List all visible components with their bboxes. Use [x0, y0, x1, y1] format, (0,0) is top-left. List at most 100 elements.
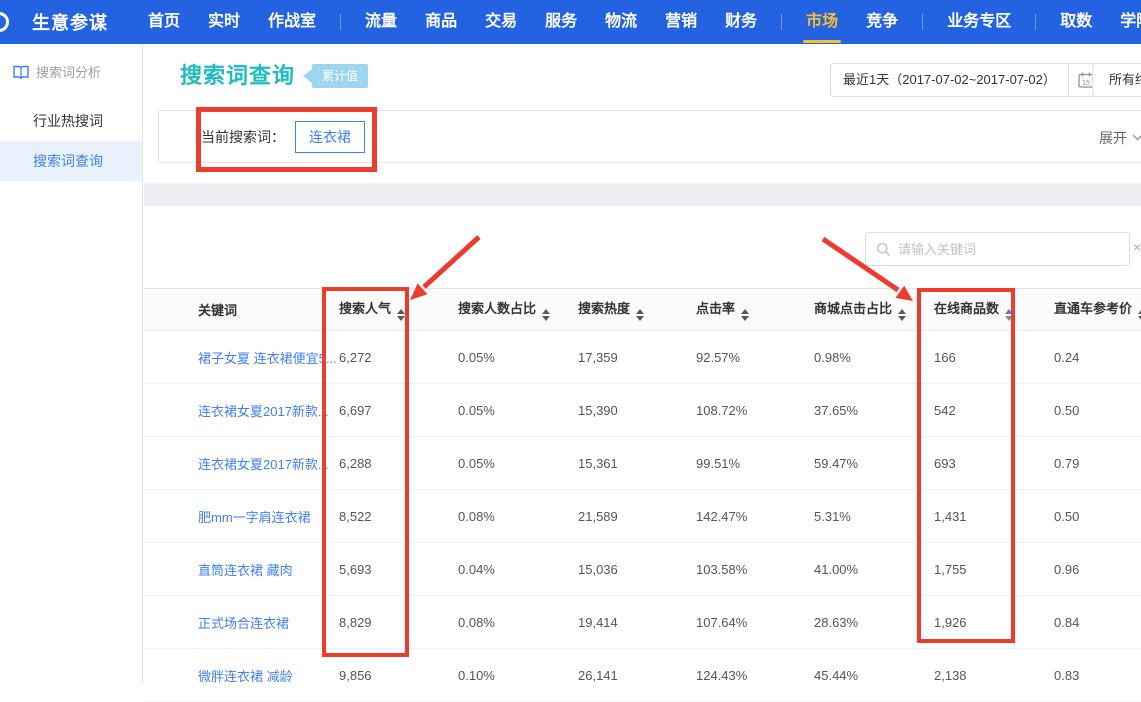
cell: 0.83	[1054, 649, 1141, 702]
column-header-1[interactable]: 搜索人气	[339, 289, 458, 331]
keyword-cell: 裙子女夏 连衣裙便宜5...	[144, 331, 339, 384]
column-header-6[interactable]: 在线商品数	[934, 289, 1054, 331]
brand-name[interactable]: 生意参谋	[32, 9, 108, 35]
cell: 6,697	[339, 384, 458, 437]
nav-item-1[interactable]: 实时	[194, 0, 254, 44]
badge-arrow-icon	[303, 69, 312, 83]
cell: 0.10%	[458, 649, 578, 702]
column-header-4[interactable]: 点击率	[696, 289, 814, 331]
nav-item-2[interactable]: 作战室	[254, 0, 330, 44]
sidebar: 搜索词分析 行业热搜词搜索词查询	[0, 44, 143, 684]
nav-item-17[interactable]: 取数	[1046, 0, 1106, 44]
keywords-table: 关键词 搜索人气 搜索人数占比 搜索热度 点击率商城点击占比 在线商品数直通车参考价 裙子…	[144, 288, 1141, 702]
current-search-card: 当前搜索词： 连衣裙 展开	[158, 110, 1141, 163]
sort-icon[interactable]	[397, 309, 405, 321]
cell: 59.47%	[814, 437, 934, 490]
nav-item-8[interactable]: 物流	[591, 0, 651, 44]
sort-icon[interactable]	[741, 309, 749, 321]
clear-icon[interactable]: ×	[1133, 239, 1141, 255]
top-nav: 生意参谋 首页实时作战室流量商品交易服务物流营销财务市场竞争业务专区取数学院 ✉	[0, 0, 1141, 44]
cell: 8,829	[339, 596, 458, 649]
sidebar-section-title: 搜索词分析	[36, 62, 101, 81]
cell: 108.72%	[696, 384, 814, 437]
terminal-filter-button[interactable]: 所有终端	[1092, 63, 1141, 97]
keyword-link[interactable]: 直筒连衣裙 藏肉	[198, 563, 293, 578]
nav-item-15[interactable]: 业务专区	[933, 0, 1025, 44]
nav-item-10[interactable]: 财务	[711, 0, 771, 44]
nav-item-6[interactable]: 交易	[471, 0, 531, 44]
expand-label: 展开	[1099, 128, 1127, 148]
keyword-cell: 肥mm一字肩连衣裙	[144, 490, 339, 543]
column-label: 搜索热度	[578, 301, 630, 316]
cell: 45.44%	[814, 649, 934, 702]
cell: 0.50	[1054, 490, 1141, 543]
keyword-link[interactable]: 微胖连衣裙 减龄	[198, 669, 293, 684]
cell: 0.08%	[458, 596, 578, 649]
sort-icon[interactable]	[542, 309, 550, 321]
nav-divider	[781, 14, 782, 30]
keyword-cell: 连衣裙女夏2017新款...	[144, 384, 339, 437]
current-search-label: 当前搜索词：	[201, 127, 285, 147]
cell: 0.98%	[814, 331, 934, 384]
column-label: 商城点击占比	[814, 301, 892, 316]
keyword-link[interactable]: 裙子女夏 连衣裙便宜5...	[198, 351, 337, 366]
nav-item-7[interactable]: 服务	[531, 0, 591, 44]
sort-icon[interactable]	[1005, 309, 1013, 321]
nav-item-9[interactable]: 营销	[651, 0, 711, 44]
cell: 1,431	[934, 490, 1054, 543]
keyword-link[interactable]: 连衣裙女夏2017新款...	[198, 457, 329, 472]
column-header-3[interactable]: 搜索热度	[578, 289, 696, 331]
nav-item-0[interactable]: 首页	[134, 0, 194, 44]
cell: 0.05%	[458, 384, 578, 437]
column-label: 关键词	[198, 303, 237, 318]
cell: 6,288	[339, 437, 458, 490]
table-row: 裙子女夏 连衣裙便宜5...6,2720.05%17,35992.57%0.98…	[144, 331, 1141, 384]
current-search-term-tag[interactable]: 连衣裙	[295, 121, 365, 153]
svg-text:15: 15	[1082, 80, 1090, 87]
column-label: 搜索人数占比	[458, 301, 536, 316]
cell: 8,522	[339, 490, 458, 543]
sort-icon[interactable]	[898, 309, 906, 321]
nav-item-12[interactable]: 市场	[792, 0, 852, 44]
cell: 542	[934, 384, 1054, 437]
cell: 5,693	[339, 543, 458, 596]
cell: 0.96	[1054, 543, 1141, 596]
column-header-2[interactable]: 搜索人数占比	[458, 289, 578, 331]
keyword-cell: 微胖连衣裙 减龄	[144, 649, 339, 702]
nav-item-4[interactable]: 流量	[351, 0, 411, 44]
cell: 37.65%	[814, 384, 934, 437]
keyword-link[interactable]: 正式场合连衣裙	[198, 616, 289, 631]
sidebar-item-1[interactable]: 搜索词查询	[0, 141, 142, 181]
keyword-cell: 正式场合连衣裙	[144, 596, 339, 649]
cell: 166	[934, 331, 1054, 384]
table-row: 微胖连衣裙 减龄9,8560.10%26,141124.43%45.44%2,1…	[144, 649, 1141, 702]
nav-item-18[interactable]: 学院	[1106, 0, 1141, 44]
column-header-5[interactable]: 商城点击占比	[814, 289, 934, 331]
nav-divider	[922, 14, 923, 30]
keyword-link[interactable]: 肥mm一字肩连衣裙	[198, 510, 311, 525]
nav-item-13[interactable]: 竞争	[852, 0, 912, 44]
date-range-label: 最近1天（2017-07-02~2017-07-02）	[831, 64, 1068, 96]
cell: 2,138	[934, 649, 1054, 702]
cell: 0.08%	[458, 490, 578, 543]
expand-toggle[interactable]: 展开	[1099, 111, 1141, 164]
keyword-search-input[interactable]	[898, 242, 1119, 257]
table-header: 关键词 搜索人气 搜索人数占比 搜索热度 点击率商城点击占比 在线商品数直通车参考价	[144, 289, 1141, 331]
column-label: 搜索人气	[339, 301, 391, 316]
sort-icon[interactable]	[636, 309, 644, 321]
keyword-link[interactable]: 连衣裙女夏2017新款...	[198, 404, 329, 419]
cell: 0.05%	[458, 331, 578, 384]
cell: 92.57%	[696, 331, 814, 384]
column-header-7[interactable]: 直通车参考价	[1054, 289, 1141, 331]
sidebar-item-0[interactable]: 行业热搜词	[0, 101, 142, 141]
cell: 28.63%	[814, 596, 934, 649]
column-header-0: 关键词	[144, 289, 339, 331]
cell: 1,926	[934, 596, 1054, 649]
nav-divider	[340, 14, 341, 30]
keyword-cell: 连衣裙女夏2017新款...	[144, 437, 339, 490]
keyword-cell: 直筒连衣裙 藏肉	[144, 543, 339, 596]
main-content: 搜索词查询 累计值 最近1天（2017-07-02~2017-07-02） 15…	[144, 44, 1141, 684]
date-range-picker[interactable]: 最近1天（2017-07-02~2017-07-02） 15	[830, 63, 1105, 97]
keyword-search-box[interactable]	[865, 232, 1130, 266]
nav-item-5[interactable]: 商品	[411, 0, 471, 44]
